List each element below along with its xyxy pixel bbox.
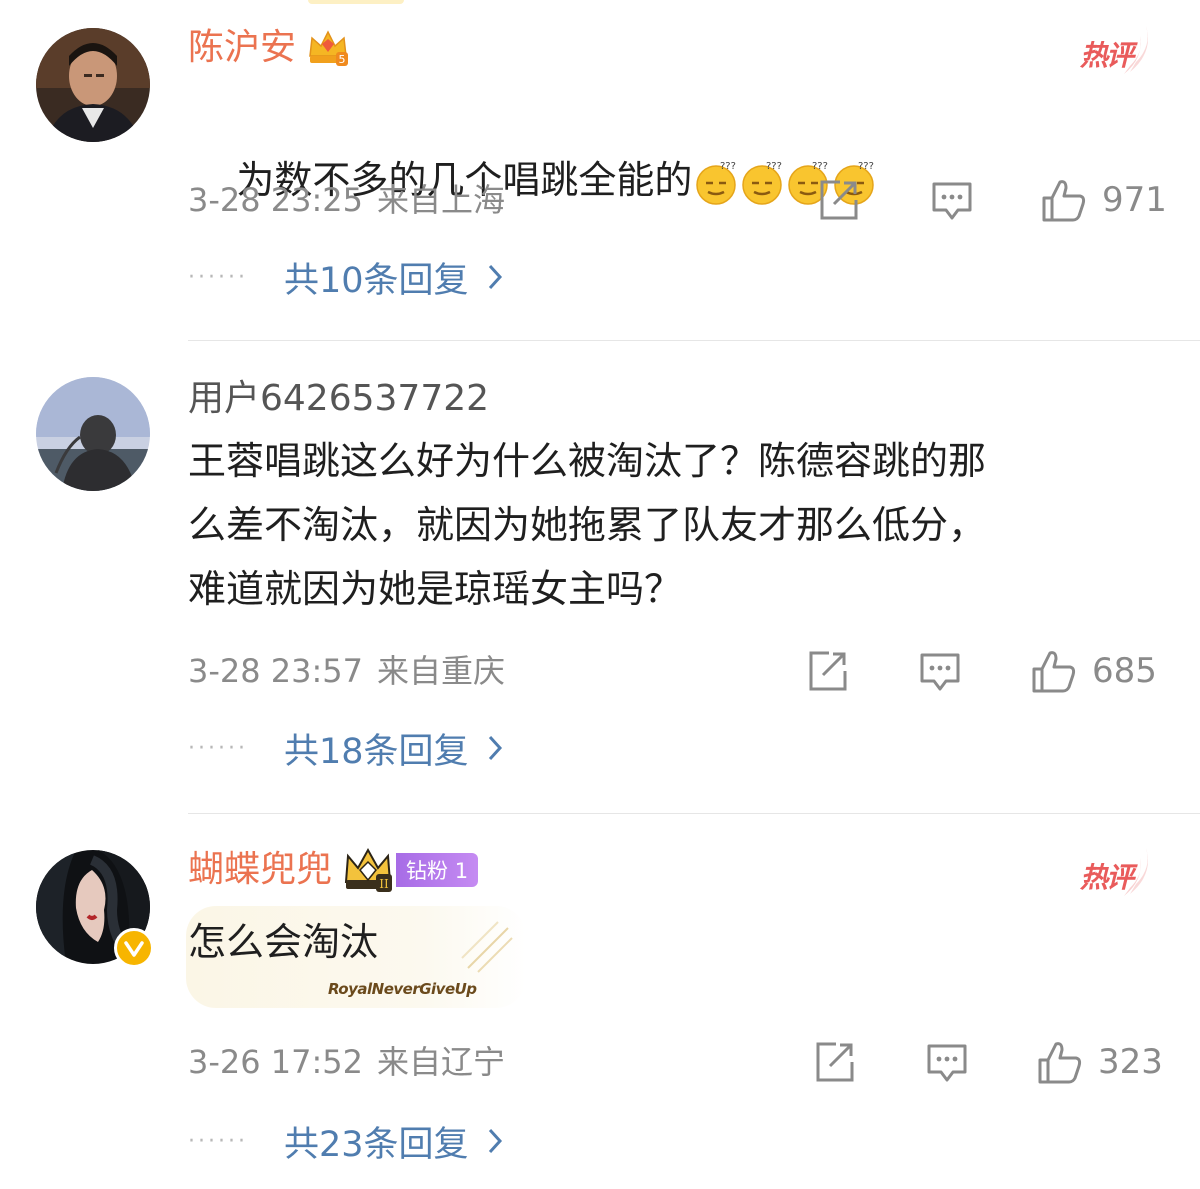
username[interactable]: 用户6426537722 [188, 371, 489, 427]
like-count: 971 [1102, 180, 1167, 220]
comment-icon [927, 1044, 967, 1082]
comment-date: 3-28 23:57 [188, 652, 364, 690]
hot-comment-tag: 热评 [1080, 844, 1156, 900]
avatar[interactable] [36, 377, 150, 491]
comment-button[interactable] [930, 176, 974, 224]
ellipsis-dots: ······ [188, 1128, 248, 1154]
reply-summary[interactable]: ······ 共10条回复 [188, 252, 503, 302]
comment-location: 来自上海 [377, 181, 506, 219]
comment-date: 3-28 23:25 [188, 181, 364, 219]
comment-location: 来自辽宁 [377, 1043, 506, 1081]
comment-meta: 3-28 23:57 来自重庆 [188, 649, 505, 693]
bubble-stamp: RoyalNeverGiveUp [328, 980, 477, 998]
comment-button[interactable] [925, 1038, 969, 1086]
repost-button[interactable] [812, 1038, 856, 1086]
repost-icon [809, 651, 847, 691]
reply-count-label: 共18条回复 [284, 731, 469, 772]
vip-crown-icon[interactable]: 5 [306, 26, 350, 70]
reply-count-link[interactable]: 共18条回复 [284, 723, 503, 774]
hot-tag-label: 热评 [1080, 861, 1134, 894]
avatar[interactable] [36, 28, 150, 142]
comment-item: 陈沪安 5 热评 为数不多的几个唱跳全能的 ??? ??? ??? ??? 3-… [0, 0, 1200, 340]
like-button[interactable]: 971 [1040, 176, 1167, 224]
chevron-right-icon [488, 264, 502, 290]
dizzy-face-emoji: ??? [742, 161, 782, 205]
svg-text:???: ??? [858, 161, 874, 172]
repost-icon [820, 180, 858, 220]
reply-count-label: 共10条回复 [284, 260, 469, 301]
like-count: 323 [1098, 1042, 1163, 1082]
ellipsis-dots: ······ [188, 264, 248, 290]
thumbs-up-icon [1042, 180, 1086, 222]
reply-count-link[interactable]: 共23条回复 [284, 1116, 503, 1167]
reply-summary[interactable]: ······ 共18条回复 [188, 723, 503, 773]
chevron-right-icon [488, 735, 502, 761]
comment-text: 怎么会淘汰 [188, 920, 379, 964]
chevron-right-icon [488, 1128, 502, 1154]
repost-icon [816, 1042, 854, 1082]
fan-level-badge[interactable]: 钻粉 1 [396, 853, 479, 887]
reply-count-label: 共23条回复 [284, 1124, 469, 1165]
reply-count-link[interactable]: 共10条回复 [284, 252, 503, 303]
like-button[interactable]: 323 [1036, 1038, 1163, 1086]
thumbs-up-icon [1038, 1042, 1082, 1084]
dizzy-face-emoji: ??? [696, 161, 736, 205]
svg-text:???: ??? [812, 161, 828, 172]
svg-text:???: ??? [720, 161, 736, 172]
username-row: 陈沪安 5 [188, 20, 350, 76]
thumbs-up-icon [1032, 651, 1076, 693]
reply-summary[interactable]: ······ 共23条回复 [188, 1116, 503, 1166]
hot-tag-label: 热评 [1080, 39, 1134, 72]
crown-level-icon[interactable]: II [342, 846, 394, 894]
comment-text: 王蓉唱跳这么好为什么被淘汰了？陈德容跳的那 么差不淘汰，就因为她拖累了队友才那么… [188, 439, 987, 611]
like-button[interactable]: 685 [1030, 647, 1157, 695]
like-count: 685 [1092, 651, 1157, 691]
comment-meta: 3-26 17:52 来自辽宁 [188, 1040, 505, 1084]
username-row: 蝴蝶兜兜 II 钻粉 1 [188, 842, 479, 898]
comment-location: 来自重庆 [377, 652, 506, 690]
username-row: 用户6426537722 [188, 371, 489, 427]
username[interactable]: 陈沪安 [188, 20, 296, 76]
svg-text:???: ??? [766, 161, 782, 172]
comment-item: 蝴蝶兜兜 II 钻粉 1 热评 怎么会淘汰 RoyalNeverGiveUp 3… [0, 814, 1200, 1189]
comment-bubble: 怎么会淘汰 RoyalNeverGiveUp [0, 906, 600, 1008]
ellipsis-dots: ······ [188, 735, 248, 761]
username[interactable]: 蝴蝶兜兜 [188, 842, 332, 898]
comment-meta: 3-28 23:25 来自上海 [188, 178, 505, 222]
comment-item: 用户6426537722 王蓉唱跳这么好为什么被淘汰了？陈德容跳的那 么差不淘汰… [0, 341, 1200, 813]
crown-level-text: II [379, 877, 389, 891]
comment-icon [920, 653, 960, 691]
vip-level-text: 5 [339, 53, 346, 66]
repost-button[interactable] [816, 176, 860, 224]
comment-button[interactable] [918, 647, 962, 695]
comment-icon [932, 182, 972, 220]
repost-button[interactable] [805, 647, 849, 695]
comment-date: 3-26 17:52 [188, 1043, 364, 1081]
hot-comment-tag: 热评 [1080, 22, 1156, 78]
